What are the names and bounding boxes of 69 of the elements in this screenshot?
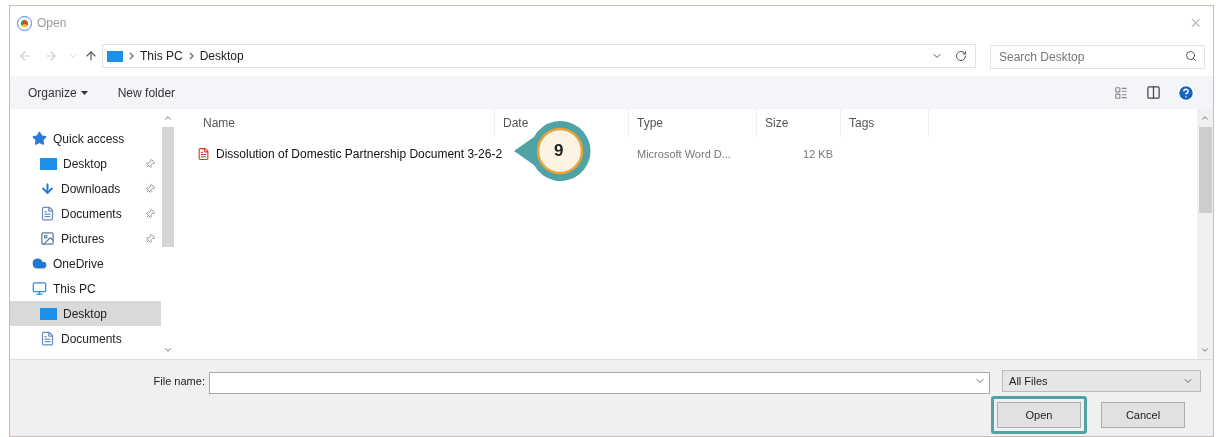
forward-icon[interactable]	[44, 49, 58, 63]
sidebar-label: Desktop	[63, 155, 109, 173]
sidebar-item[interactable]: Downloads	[10, 176, 161, 201]
sidebar-item[interactable]: Documents	[10, 326, 161, 351]
file-size: 12 KB	[802, 146, 834, 162]
scrollbar[interactable]	[1197, 109, 1213, 359]
column-header[interactable]: Name	[195, 109, 495, 137]
back-icon[interactable]	[18, 49, 32, 63]
address-bar[interactable]: This PC Desktop	[102, 44, 976, 68]
sidebar-label: Documents	[61, 330, 123, 348]
star-icon	[32, 131, 47, 146]
refresh-icon[interactable]	[955, 50, 967, 62]
sidebar-item[interactable]: This PC	[10, 276, 161, 301]
scroll-down-icon[interactable]	[163, 345, 173, 355]
file-name-field[interactable]	[208, 372, 991, 394]
sidebar-item[interactable]: Documents	[10, 201, 161, 226]
sidebar-label: This PC	[53, 280, 97, 298]
toolbar-button[interactable]: Organize	[28, 83, 88, 102]
pdf-file-icon	[197, 147, 210, 161]
sidebar-label: Pictures	[61, 230, 106, 248]
breadcrumb-item[interactable]: Desktop	[199, 47, 244, 65]
computer-icon	[32, 281, 47, 296]
app-logo-icon	[18, 16, 31, 30]
sidebar-label: Desktop	[63, 305, 109, 323]
sidebar-item[interactable]: Pictures	[10, 226, 161, 251]
file-name[interactable]: Dissolution of Domestic Partnership Document 3-26-2	[216, 145, 503, 163]
up-icon[interactable]	[84, 49, 98, 63]
help-icon[interactable]	[1177, 83, 1195, 102]
cloud-icon	[32, 256, 47, 271]
desktop-icon	[40, 157, 57, 170]
sidebar-item[interactable]: OneDrive	[10, 251, 161, 276]
window-title: Open	[37, 15, 67, 32]
toolbar-button[interactable]: New folder	[117, 83, 176, 102]
chevron-icon	[129, 52, 134, 60]
document-icon	[40, 206, 55, 221]
recent-locations-icon[interactable]	[68, 51, 78, 61]
scroll-up-icon[interactable]	[163, 113, 173, 123]
desktop-icon	[40, 307, 57, 320]
scroll-down-icon[interactable]	[1200, 345, 1210, 355]
preview-pane-icon[interactable]	[1146, 85, 1161, 100]
chevron-icon	[188, 52, 194, 60]
file-name-label: File name:	[152, 373, 205, 389]
search-field[interactable]: Search Desktop	[990, 45, 1205, 69]
search-icon	[1185, 50, 1197, 62]
computer-icon	[107, 50, 123, 62]
file-type-dropdown[interactable]: All Files	[1002, 370, 1201, 392]
scroll-thumb[interactable]	[1198, 127, 1212, 213]
dialog-button[interactable]: Cancel	[1101, 402, 1185, 428]
caret-icon	[80, 90, 88, 95]
scroll-up-icon[interactable]	[1200, 113, 1210, 123]
column-header[interactable]: Tags	[841, 109, 929, 137]
sidebar-label: OneDrive	[53, 255, 105, 273]
sidebar-label: Documents	[61, 205, 123, 223]
breadcrumb-item[interactable]: This PC	[140, 47, 183, 65]
sidebar-item[interactable]: Quick access	[10, 126, 161, 151]
scroll-thumb[interactable]	[162, 127, 174, 247]
sidebar-label: Quick access	[53, 130, 126, 148]
document-icon	[40, 331, 55, 346]
column-header[interactable]: Type	[629, 109, 757, 137]
sidebar-item[interactable]: Desktop	[10, 301, 161, 326]
step-number: 9	[554, 140, 564, 163]
column-header[interactable]: Size	[757, 109, 841, 137]
file-type: Microsoft Word D...	[636, 146, 732, 162]
dialog-button[interactable]: Open	[991, 396, 1087, 434]
view-options-icon[interactable]	[1114, 85, 1128, 100]
sidebar-label: Downloads	[61, 180, 122, 198]
sidebar-item[interactable]: Desktop	[10, 151, 161, 176]
pictures-icon	[40, 231, 55, 246]
download-icon	[40, 181, 55, 196]
